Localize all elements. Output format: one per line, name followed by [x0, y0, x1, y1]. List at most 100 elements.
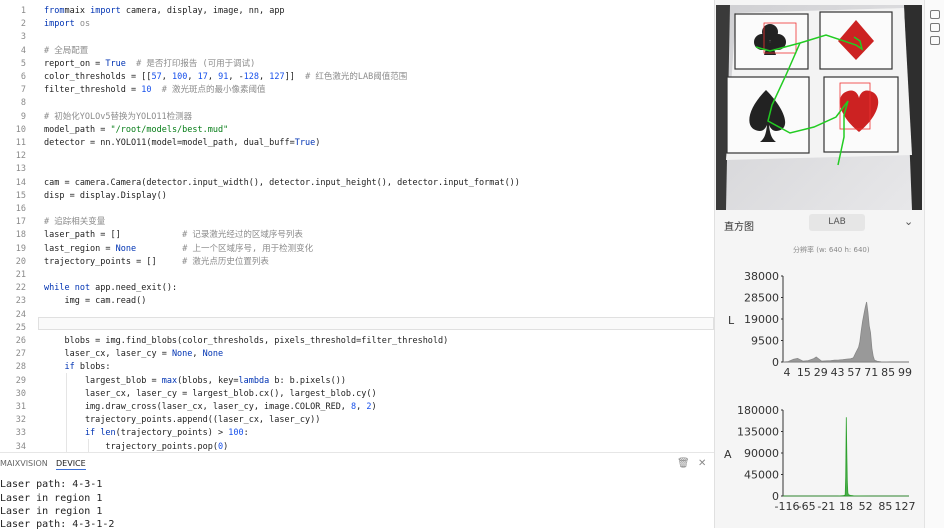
y-axis-label: A — [724, 448, 732, 461]
code-line: 9 # 初始化YOLOv5替换为YOLO11检测器 — [0, 111, 714, 124]
code-text: detector = nn.YOLO11(model=model_path, d… — [44, 138, 321, 148]
x-tick-label: 18 — [839, 500, 853, 513]
code-line: 3 — [0, 31, 714, 44]
line-number: 16 — [15, 204, 26, 214]
line-number: 15 — [15, 190, 26, 201]
trash-icon[interactable]: 🗑 — [677, 458, 690, 469]
code-text: model_path = "/root/models/best.mud" — [44, 124, 229, 135]
code-line: 33 if len(trajectory_points) > 100: — [0, 427, 714, 440]
code-editor[interactable]: 1 frommaix import camera, display, image,… — [0, 0, 714, 452]
x-tick-label: 85 — [881, 366, 895, 379]
code-text: largest_blob = max(blobs, key=lambda b: … — [44, 375, 346, 386]
x-tick-label: 52 — [859, 500, 873, 513]
camera-image — [716, 5, 922, 210]
line-number: 27 — [15, 349, 26, 360]
tab-maixvision[interactable]: MAIXVISION — [0, 459, 48, 468]
code-text: # 全局配置 — [44, 45, 89, 56]
output-line: Laser in region 1 — [0, 493, 103, 504]
line-number: 19 — [15, 243, 26, 254]
code-line: 22 while not app.need_exit(): — [0, 282, 714, 295]
y-tick-label: 45000 — [744, 469, 779, 482]
line-number: 5 — [20, 58, 26, 69]
code-line: 23 img = cam.read() — [0, 295, 714, 308]
histogram-title: 直方图 — [724, 222, 754, 233]
code-line: 25 — [0, 322, 714, 335]
histogram-mode-select[interactable]: LAB — [809, 214, 865, 231]
line-number: 32 — [15, 415, 26, 426]
line-number: 30 — [15, 388, 26, 399]
file-icon[interactable] — [930, 10, 940, 19]
code-text: laser_cx, laser_cy = largest_blob.cx(), … — [44, 388, 377, 399]
line-number: 7 — [20, 85, 26, 96]
code-line: 12 — [0, 150, 714, 163]
x-tick-label: 57 — [847, 366, 861, 379]
line-number: 1 — [20, 6, 26, 16]
line-number: 24 — [15, 309, 26, 320]
close-icon[interactable]: ✕ — [698, 458, 706, 469]
right-toolbar — [924, 0, 944, 528]
code-line: 32 trajectory_points.append((laser_cx, l… — [0, 414, 714, 427]
y-tick-label: 0 — [772, 356, 779, 369]
y-tick-label: 9500 — [751, 335, 779, 348]
code-line: 34 trajectory_points.pop(0) — [0, 441, 714, 452]
code-text: frommaix import camera, display, image, … — [44, 6, 285, 16]
line-number: 21 — [15, 270, 26, 280]
code-line: 8 — [0, 97, 714, 110]
x-tick-label: 71 — [864, 366, 878, 379]
chevron-down-icon[interactable]: ⌄ — [904, 215, 913, 228]
code-text: while not app.need_exit(): — [44, 283, 178, 294]
l-histogram-chart: L 38000 28500 19000 9500 0 4 15 29 43 57 71 85 99 — [728, 270, 912, 379]
camera-preview — [716, 5, 922, 210]
code-line: 15 disp = display.Display() — [0, 190, 714, 203]
code-line: 16 — [0, 203, 714, 216]
line-number: 33 — [15, 428, 26, 439]
line-number: 3 — [20, 32, 26, 43]
code-line: 14 cam = camera.Camera(detector.input_wid… — [0, 177, 714, 190]
code-text: disp = display.Display() — [44, 190, 167, 201]
output-line: Laser in region 1 — [0, 506, 103, 517]
resolution-label: 分辨率 (w: 640 h: 640) — [793, 246, 870, 254]
code-line: 17 # 追踪相关变量 — [0, 216, 714, 229]
y-tick-label: 19000 — [744, 313, 779, 326]
code-text: # 追踪相关变量 — [44, 217, 106, 228]
a-histogram-chart: A 18000013500090000450000 -116-65 -21 18 52… — [724, 404, 916, 513]
download-icon[interactable] — [930, 23, 940, 32]
code-text: cam = camera.Camera(detector.input_width… — [44, 177, 520, 188]
x-tick-label: 4 — [784, 366, 791, 379]
code-line: 5 report_on = True # 是否打印报告 (可用于调试) — [0, 58, 714, 71]
code-line: 6 color_thresholds = [[57, 100, 17, 91, -… — [0, 71, 714, 84]
line-number: 11 — [15, 138, 26, 148]
line-number: 25 — [15, 322, 26, 333]
tab-device[interactable]: DEVICE — [56, 459, 86, 470]
code-text: report_on = True # 是否打印报告 (可用于调试) — [44, 58, 256, 69]
code-line: 28 if blobs: — [0, 361, 714, 374]
code-text: filter_threshold = 10 # 激光斑点的最小像素阈值 — [44, 85, 266, 96]
code-text: import os — [44, 19, 91, 30]
x-tick-label: -116 — [775, 500, 800, 513]
x-tick-label: 15 — [797, 366, 811, 379]
line-number: 22 — [15, 283, 26, 294]
image-icon[interactable] — [930, 36, 940, 45]
y-tick-label: 28500 — [744, 292, 779, 305]
code-line: 27 laser_cx, laser_cy = None, None — [0, 348, 714, 361]
output-line: Laser path: 4-3-1-2 — [0, 519, 115, 530]
code-line: 19 last_region = None # 上一个区域序号, 用于检测变化 — [0, 243, 714, 256]
line-number: 10 — [15, 124, 26, 135]
line-number: 2 — [20, 19, 26, 30]
y-tick-label: 135000 — [737, 426, 779, 439]
line-number: 20 — [15, 256, 26, 267]
x-tick-label: 99 — [898, 366, 912, 379]
code-text: trajectory_points = [] # 激光点历史位置列表 — [44, 256, 269, 267]
code-line: 29 largest_blob = max(blobs, key=lambda … — [0, 375, 714, 388]
code-line: 2 import os — [0, 18, 714, 31]
code-text: laser_path = [] # 记录激光经过的区域序号列表 — [44, 230, 303, 241]
code-line: 1 frommaix import camera, display, image,… — [0, 5, 714, 18]
x-tick-label: -21 — [817, 500, 835, 513]
line-number: 34 — [15, 441, 26, 452]
code-line: 7 filter_threshold = 10 # 激光斑点的最小像素阈值 — [0, 84, 714, 97]
line-number: 12 — [15, 151, 26, 162]
y-tick-label: 180000 — [737, 404, 779, 417]
code-line: 24 — [0, 309, 714, 322]
code-line: 20 trajectory_points = [] # 激光点历史位置列表 — [0, 256, 714, 269]
y-tick-label: 90000 — [744, 447, 779, 460]
